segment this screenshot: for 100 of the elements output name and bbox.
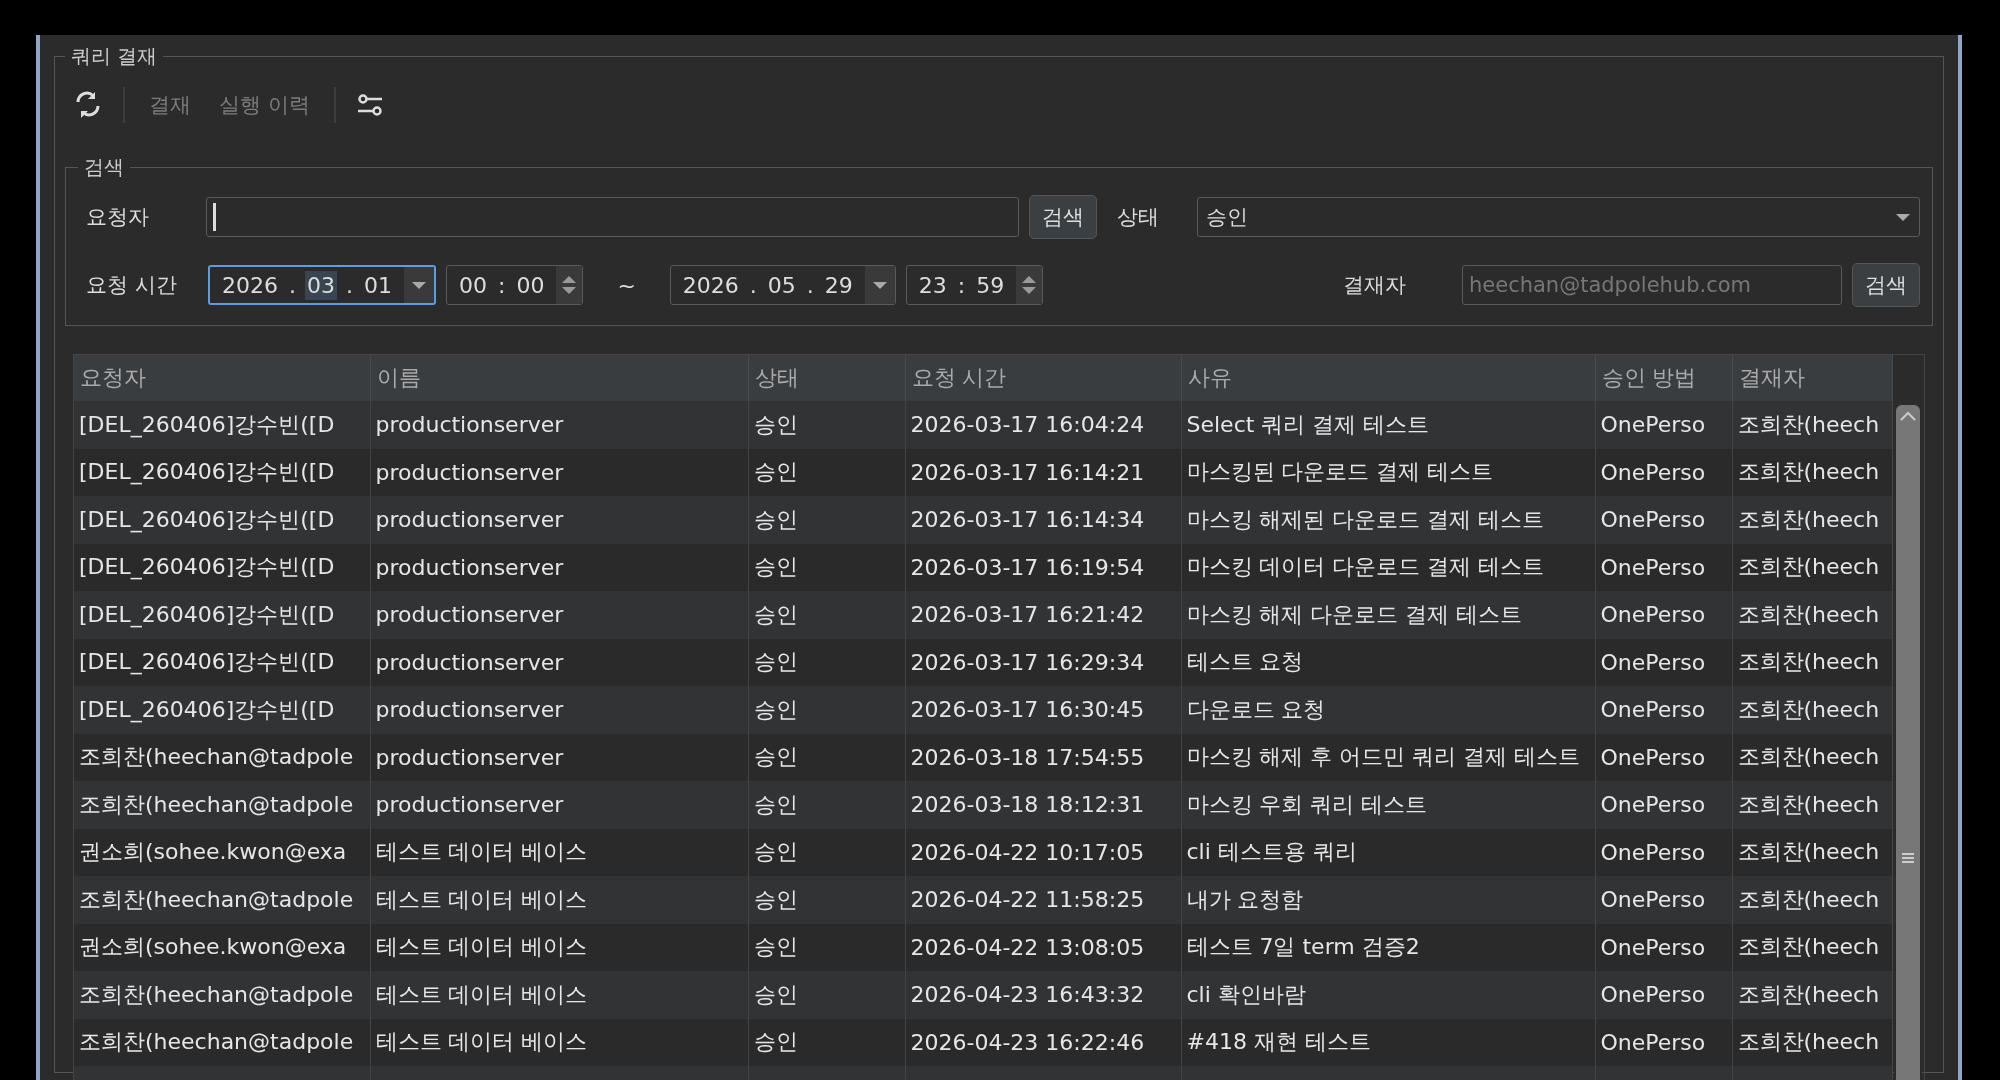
table-cell: 테스트 데이터 베이스 [370,828,748,876]
table-cell: 2026-04-22 11:58:25 [905,876,1181,924]
up-arrow-icon[interactable] [560,274,579,284]
table-cell: 테스트 데이터 베이스 [370,971,748,1019]
field-separator: . [289,272,296,298]
table-cell: 2026-03-17 16:21:42 [905,591,1181,639]
table-cell: 2026-04-23 16:43:32 [905,971,1181,1019]
table-cell: 승인 [748,686,905,734]
down-arrow-icon[interactable] [1020,286,1039,296]
dropdown-caret-icon[interactable] [411,279,427,291]
approver-field[interactable]: heechan@tadpolehub.com [1462,265,1842,305]
column-header[interactable]: 이름 [370,355,748,401]
time-field[interactable]: 00 : 00 [446,265,584,305]
table-cell: productionserver [370,781,748,829]
table-cell: 2026-04-22 13:08:05 [905,923,1181,971]
table-cell: productionserver [370,401,748,449]
dropdown-caret-icon[interactable] [871,279,888,291]
table-cell: OnePerso [1595,733,1732,781]
table-cell: 조희찬(heechan@tadpole [74,781,370,829]
table-cell: 조희찬(heech [1732,971,1892,1019]
field-value-text: 2026 [681,271,740,300]
field-value-text: 00 [515,271,546,300]
table-cell: 2026-04-22 10:17:05 [905,828,1181,876]
table-cell: Select 쿼리 결제 테스트 [1181,401,1595,449]
table-cell: 조희찬(heechan@tadpole [74,876,370,924]
table-cell: OnePerso [1595,876,1732,924]
table-cell: OnePerso [1595,638,1732,686]
dropdown-caret-icon[interactable] [1895,211,1911,223]
table-cell: 승인 [748,923,905,971]
table-cell: 2026-03-17 16:29:34 [905,638,1181,686]
table-cell: OnePerso [1595,401,1732,449]
field-separator: : [957,272,966,298]
status-dropdown[interactable]: 승인 [1197,197,1920,237]
table-cell: 다운로드 요청 [1181,686,1595,734]
table-cell: 마스킹 데이터 다운로드 결제 테스트 [1181,543,1595,591]
table-cell: productionserver [370,733,748,781]
table-cell: 승인 [748,401,905,449]
table-cell: OnePerso [1595,543,1732,591]
table-cell: 권소희(sohee.kwon@exa [74,923,370,971]
field-value-text: 01 [363,271,393,300]
table-cell: OnePerso [1595,828,1732,876]
table-cell: 조희찬(heech [1732,686,1892,734]
table-cell: 마스킹된 다운로드 결제 테스트 [1181,448,1595,496]
table-cell: 승인 [748,876,905,924]
table-cell: productionserver [370,543,748,591]
spin-button[interactable] [556,266,583,304]
table-cell: 2026-04-23 16:22:46 [905,1018,1181,1066]
table-cell: OnePerso [1595,1018,1732,1066]
up-arrow-icon[interactable] [1020,274,1039,284]
table-cell: 승인 [748,1018,905,1066]
table-cell: 조희찬(heech [1732,448,1892,496]
search-button[interactable]: 검색 [1852,263,1920,307]
column-header[interactable]: 요청 시간 [905,355,1181,401]
down-arrow-icon[interactable] [560,286,579,296]
table-cell: 테스트 데이터 베이스 [370,876,748,924]
field-value-text: 00 [458,271,488,300]
requester-field[interactable] [206,197,1019,237]
table-cell: productionserver [370,686,748,734]
table-cell: 승인 [748,496,905,544]
scroll-up-icon[interactable] [1899,411,1917,422]
spin-button[interactable] [1016,266,1043,304]
range-separator: ~ [617,272,636,298]
column-header[interactable]: 상태 [748,355,905,401]
table-cell: 조희찬(heech [1732,496,1892,544]
table-cell: 조희찬(heech [1732,543,1892,591]
column-header[interactable]: 승인 방법 [1595,355,1732,401]
date-field[interactable]: 2026 . 05 . 29 [669,265,896,305]
field-separator: : [498,272,506,298]
table-cell: 2026-03-18 18:12:31 [905,781,1181,829]
table-cell: 2026-03-17 16:30:45 [905,686,1181,734]
column-header[interactable]: 사유 [1181,355,1595,401]
table-cell: 2026-03-17 16:14:21 [905,448,1181,496]
search-button[interactable]: 검색 [1029,195,1097,239]
table-cell: 마스킹 우회 쿼리 테스트 [1181,781,1595,829]
time-field[interactable]: 23 : 59 [905,265,1044,305]
column-header[interactable]: 요청자 [74,355,370,401]
field-separator: . [346,272,353,298]
search-title: 검색 [83,154,125,181]
table-cell: 승인 [748,448,905,496]
table-cell: 조희찬(heech [1732,923,1892,971]
table-cell: [DEL_260406]강수빈([D [74,448,370,496]
table-cell: 내가 요청함 [1181,876,1595,924]
table-cell: 테스트 요청 [1181,638,1595,686]
table-cell: productionserver [370,591,748,639]
grip-icon[interactable] [1899,852,1917,864]
scrollbar-thumb[interactable] [1896,405,1920,1080]
field-value-text: 29 [823,271,854,300]
table-cell: 권소희(sohee.kwon@exa [74,828,370,876]
table-cell: 마스킹 해제된 다운로드 결제 테스트 [1181,496,1595,544]
table-cell: productionserver [370,496,748,544]
table-cell: OnePerso [1595,448,1732,496]
table-cell: 마스킹 해제 후 어드민 쿼리 결제 테스트 [1181,733,1595,781]
column-header[interactable]: 결재자 [1732,355,1892,401]
table-cell: 조희찬(heechan@tadpole [74,733,370,781]
table-cell: OnePerso [1595,923,1732,971]
date-field[interactable]: 2026 . 03 . 01 [208,265,436,305]
sliders-icon[interactable] [355,91,384,119]
field-label: 결재자 [1342,272,1406,299]
table-cell: 조희찬(heech [1732,733,1892,781]
table-cell: 승인 [748,638,905,686]
